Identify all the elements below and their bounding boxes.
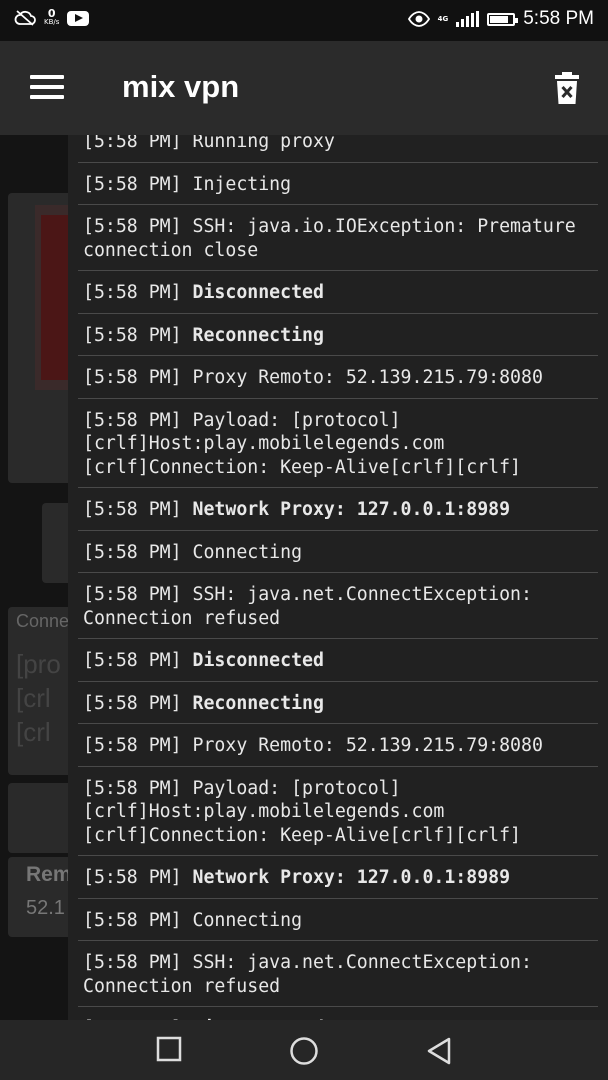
log-message: Reconnecting: [192, 692, 324, 714]
log-entry: [5:58 PM] Running proxy: [78, 135, 598, 163]
log-time: [5:58 PM]: [83, 216, 182, 237]
triangle-back-icon[interactable]: [425, 1036, 453, 1066]
log-time: [5:58 PM]: [83, 867, 182, 888]
log-entry: [5:58 PM] Connecting: [78, 899, 598, 941]
status-right: 4G 5:58 PM: [407, 8, 594, 30]
log-time: [5:58 PM]: [83, 692, 182, 714]
payload-frag-2: [crl: [16, 683, 51, 713]
log-time: [5:58 PM]: [83, 650, 182, 671]
log-time: [5:58 PM]: [83, 499, 182, 520]
log-entry: [5:58 PM] SSH: java.io.IOException: Prem…: [78, 205, 598, 271]
log-time: [5:58 PM]: [83, 135, 182, 152]
log-entry: [5:58 PM] Disconnected: [78, 639, 598, 682]
log-time: [5:58 PM]: [83, 541, 182, 563]
remote-value: 52.1: [26, 897, 65, 919]
log-time: [5:58 PM]: [83, 952, 182, 973]
app-title: mix vpn: [122, 69, 240, 104]
log-time: [5:58 PM]: [83, 909, 182, 931]
battery-icon: [487, 12, 519, 26]
circle-home-icon[interactable]: [289, 1036, 319, 1066]
log-time: [5:58 PM]: [83, 409, 182, 431]
log-message: Injecting: [192, 173, 292, 195]
log-time: [5:58 PM]: [83, 282, 182, 303]
network-type: 4G: [437, 14, 449, 23]
log-entry: [5:58 PM] Proxy Remoto: 52.139.215.79:80…: [78, 356, 598, 399]
log-entry: [5:58 PM] Disconnected: [78, 1007, 598, 1020]
status-bar: 0 KB/s 4G 5:58 PM: [0, 0, 608, 41]
log-entry: [5:58 PM] Network Proxy: 127.0.0.1:8989: [78, 488, 598, 531]
log-entry: [5:58 PM] Payload: [protocol] [crlf]Host…: [78, 767, 598, 856]
speed-unit: KB/s: [44, 18, 60, 26]
log-entry: [5:58 PM] Network Proxy: 127.0.0.1:8989: [78, 856, 598, 899]
log-entry: [5:58 PM] SSH: java.net.ConnectException…: [78, 573, 598, 639]
status-left: 0 KB/s: [14, 7, 90, 27]
conn-label: Conne: [16, 611, 70, 631]
log-time: [5:58 PM]: [83, 367, 182, 388]
clock: 5:58 PM: [523, 8, 594, 29]
youtube-icon: [67, 10, 90, 26]
eye-icon: [407, 11, 430, 27]
log-entry: [5:58 PM] Payload: [protocol] [crlf]Host…: [78, 399, 598, 488]
app-bar: mix vpn: [0, 41, 608, 135]
cloud-off-icon: [14, 10, 36, 26]
delete-icon[interactable]: [554, 71, 580, 105]
log-time: [5:58 PM]: [83, 735, 182, 756]
log-entry: [5:58 PM] Proxy Remoto: 52.139.215.79:80…: [78, 724, 598, 767]
log-message: Proxy Remoto: 52.139.215.79:8080: [192, 735, 543, 756]
log-message: Running proxy: [192, 135, 335, 152]
navigation-bar: [0, 1020, 608, 1080]
log-time: [5:58 PM]: [83, 584, 182, 605]
log-entry: [5:58 PM] Connecting: [78, 531, 598, 573]
network-speed: 0 KB/s: [44, 7, 60, 27]
log-message: Connecting: [192, 909, 303, 931]
remote-label: Rem: [26, 863, 72, 886]
log-message: Network Proxy: 127.0.0.1:8989: [192, 499, 511, 520]
log-message: Disconnected: [192, 650, 324, 671]
log-entry: [5:58 PM] Reconnecting: [78, 314, 598, 356]
log-message: Disconnected: [192, 282, 324, 303]
log-message: Network Proxy: 127.0.0.1:8989: [192, 867, 511, 888]
log-entry: [5:58 PM] SSH: java.net.ConnectException…: [78, 941, 598, 1007]
log-message: Reconnecting: [192, 324, 324, 346]
payload-frag-3: [crl: [16, 717, 51, 747]
log-time: [5:58 PM]: [83, 777, 182, 799]
log-time: [5:58 PM]: [83, 324, 182, 346]
log-entry: [5:58 PM] Injecting: [78, 163, 598, 205]
payload-frag-1: [pro: [16, 649, 61, 679]
log-entry: [5:58 PM] Reconnecting: [78, 682, 598, 724]
log-entry: [5:58 PM] Disconnected: [78, 271, 598, 314]
speed-value: 0: [47, 7, 56, 20]
hamburger-menu-icon[interactable]: [30, 75, 64, 99]
signal-icon: [456, 11, 480, 27]
log-panel[interactable]: [5:58 PM] Running proxy [5:58 PM] Injecti…: [68, 135, 608, 1020]
log-message: Connecting: [192, 541, 303, 563]
log-message: Proxy Remoto: 52.139.215.79:8080: [192, 367, 543, 388]
square-recents-icon[interactable]: [156, 1036, 182, 1062]
log-time: [5:58 PM]: [83, 173, 182, 195]
